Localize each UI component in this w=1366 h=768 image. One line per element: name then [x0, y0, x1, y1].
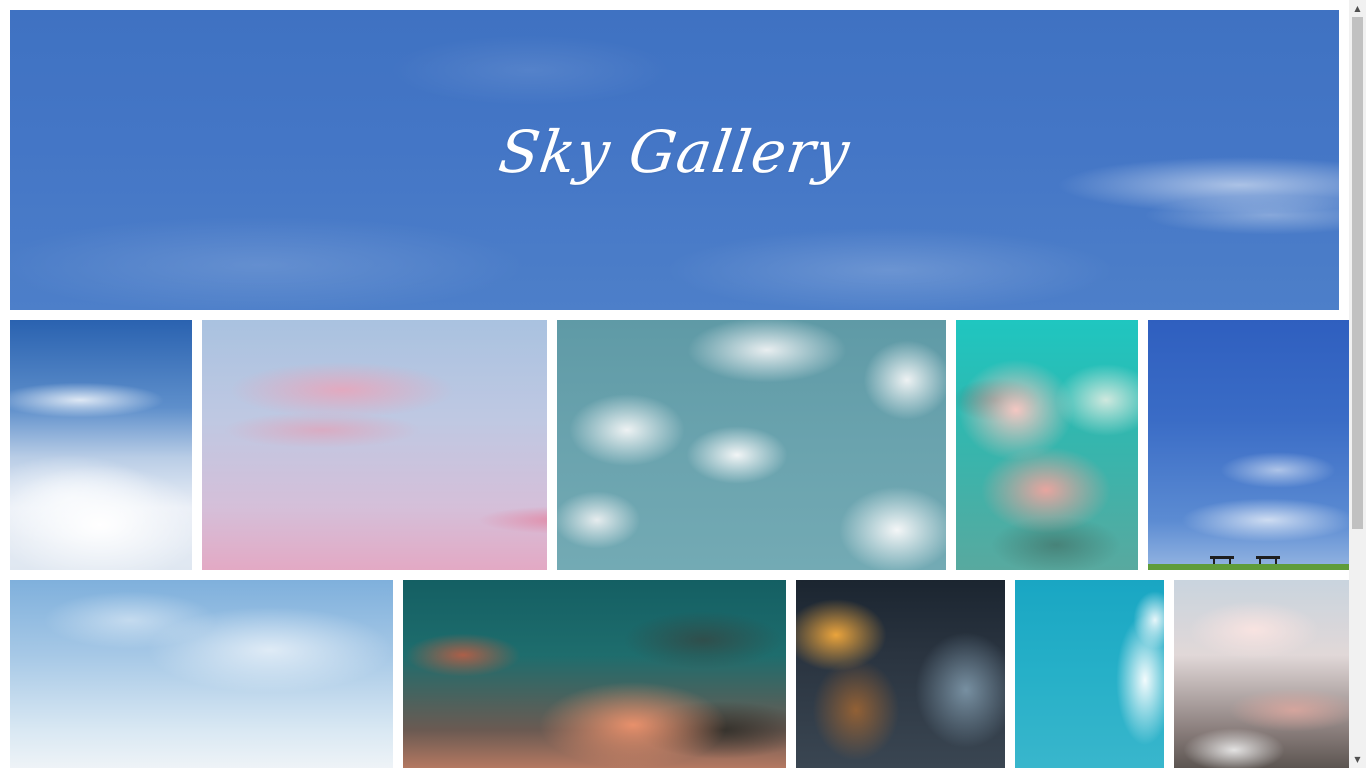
scroll-thumb[interactable]: [1352, 17, 1363, 529]
scroll-up-icon[interactable]: ▲: [1349, 0, 1366, 17]
gallery-image-4[interactable]: [956, 320, 1138, 570]
vertical-scrollbar[interactable]: ▲ ▼: [1349, 0, 1366, 768]
scroll-down-icon[interactable]: ▼: [1349, 751, 1366, 768]
gallery-image-10[interactable]: [1174, 580, 1349, 768]
gallery-image-7[interactable]: [403, 580, 786, 768]
gallery-image-6[interactable]: [10, 580, 393, 768]
page-title: Sky Gallery: [494, 118, 855, 186]
hero-banner: Sky Gallery: [10, 10, 1339, 310]
bench-shape: [1210, 556, 1234, 564]
gallery-image-2[interactable]: [202, 320, 547, 570]
page: Sky Gallery ▲ ▼: [0, 0, 1366, 768]
gallery-image-8[interactable]: [796, 580, 1005, 768]
gallery-image-5[interactable]: [1148, 320, 1349, 570]
gallery-image-1[interactable]: [10, 320, 192, 570]
gallery-image-9[interactable]: [1015, 580, 1164, 768]
bench-shape: [1256, 556, 1280, 564]
grass-strip: [1148, 564, 1349, 570]
gallery-image-3[interactable]: [557, 320, 946, 570]
